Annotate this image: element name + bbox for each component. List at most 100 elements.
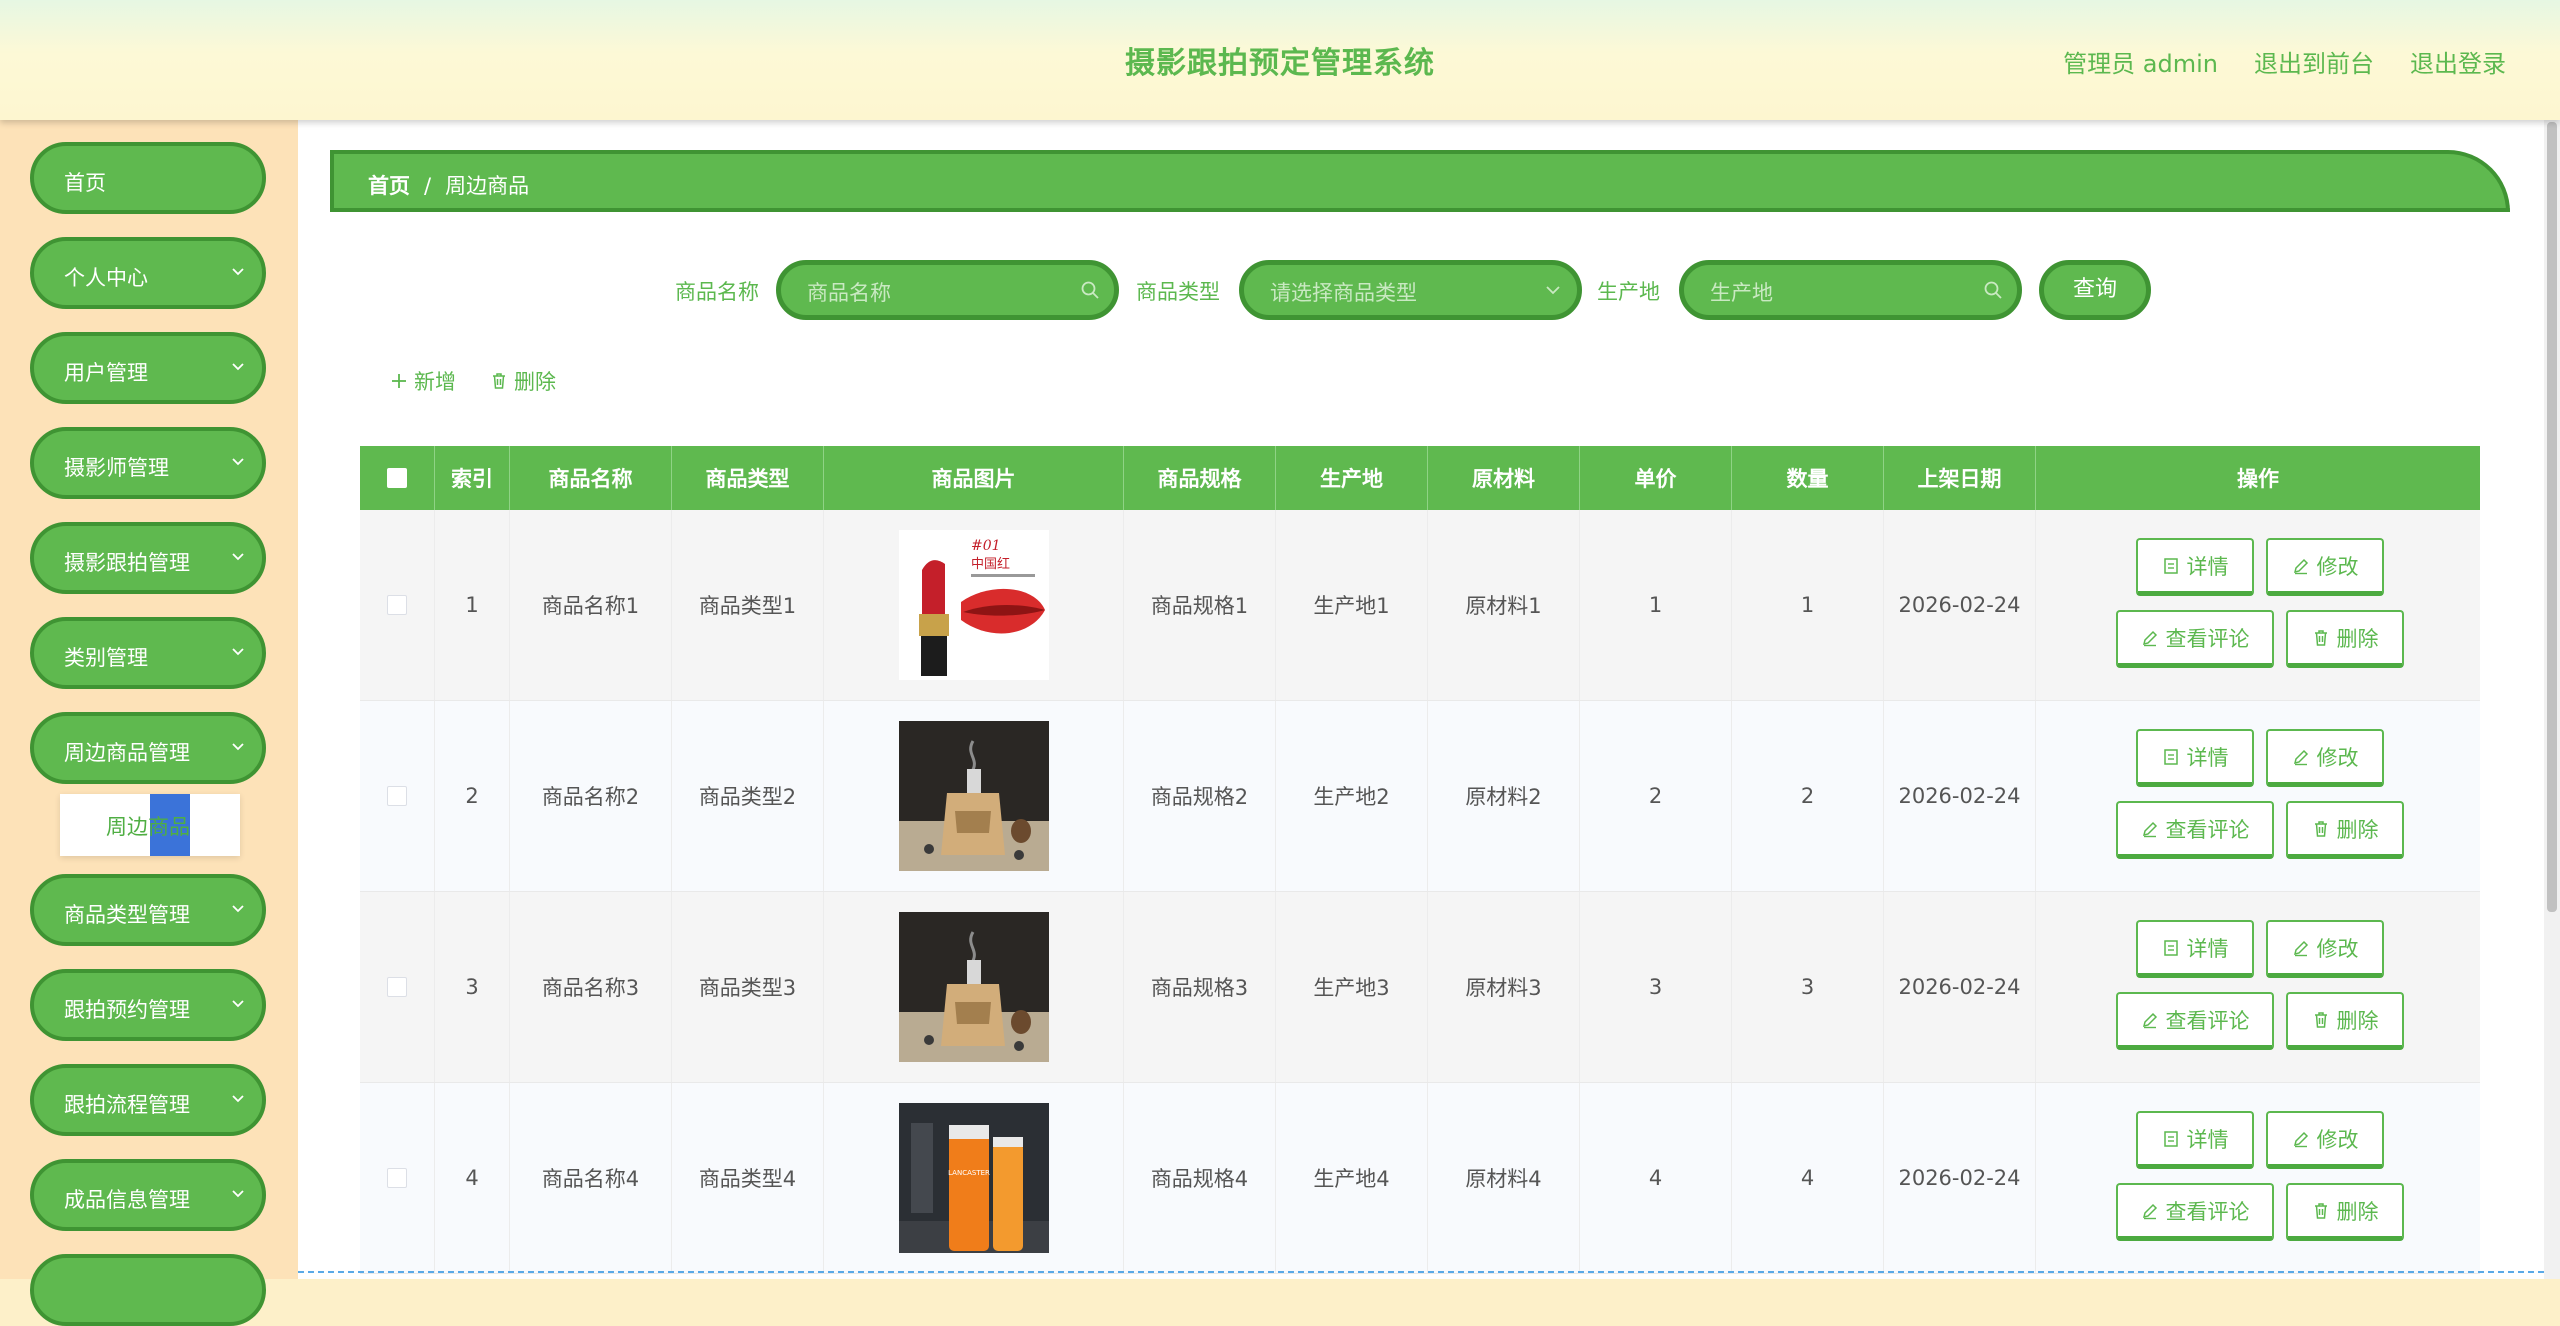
chevron-down-icon: [232, 1190, 244, 1198]
date-cell: 2026-02-24: [1884, 892, 2036, 1082]
view-comments-button[interactable]: 查看评论: [2116, 801, 2274, 859]
edit-icon: [2142, 821, 2157, 837]
delete-row-button[interactable]: 删除: [2286, 610, 2404, 668]
add-label: 新增: [414, 370, 456, 394]
edit-button[interactable]: 修改: [2266, 729, 2384, 787]
col-header: 单价: [1580, 446, 1732, 510]
document-icon: [2163, 748, 2178, 765]
sidebar-item-personal-center[interactable]: 个人中心: [30, 237, 266, 309]
sidebar-item-label: 跟拍预约管理: [64, 998, 190, 1022]
search-icon: [1984, 281, 2002, 299]
exit-to-front-link[interactable]: 退出到前台: [2254, 44, 2374, 79]
detail-button[interactable]: 详情: [2136, 538, 2254, 596]
sidebar-item-user-management[interactable]: 用户管理: [30, 332, 266, 404]
origin-input[interactable]: 生产地: [1679, 260, 2022, 320]
sidebar-item-label: 个人中心: [64, 266, 148, 290]
row-checkbox[interactable]: [387, 595, 407, 615]
spec-cell: 商品规格3: [1124, 892, 1276, 1082]
sidebar-item-booking-management[interactable]: 跟拍预约管理: [30, 969, 266, 1041]
type-cell: 商品类型1: [672, 510, 824, 700]
lipstick-product-image: #01 中国红: [898, 530, 1049, 680]
table-row: 1 商品名称1 商品类型1 #01 中国红 商品规格1 生产地1 原材料1 1 …: [360, 510, 2480, 701]
edit-label: 修改: [2316, 1127, 2359, 1152]
name-cell: 商品名称1: [510, 510, 672, 700]
sidebar-item-more[interactable]: [30, 1254, 266, 1326]
batch-delete-button[interactable]: 删除: [490, 366, 556, 396]
chevron-down-icon: [232, 1095, 244, 1103]
sidebar-item-home[interactable]: 首页: [30, 142, 266, 214]
plus-icon: [392, 374, 406, 388]
spec-cell: 商品规格4: [1124, 1083, 1276, 1273]
edit-icon: [2142, 630, 2157, 646]
edit-button[interactable]: 修改: [2266, 920, 2384, 978]
goods-name-input[interactable]: 商品名称: [776, 260, 1119, 320]
origin-cell: 生产地1: [1276, 510, 1428, 700]
edit-label: 修改: [2316, 936, 2359, 961]
goods-name-placeholder: 商品名称: [807, 281, 891, 305]
view-comments-button[interactable]: 查看评论: [2116, 1183, 2274, 1241]
submenu-item-goods[interactable]: 周边商品: [106, 811, 190, 841]
search-form: 商品名称 商品名称 商品类型 请选择商品类型 生产地 生产地 查询: [298, 260, 2544, 320]
edit-icon: [2142, 1012, 2157, 1028]
sidebar-item-category-management[interactable]: 类别管理: [30, 617, 266, 689]
row-checkbox[interactable]: [387, 786, 407, 806]
delete-row-button[interactable]: 删除: [2286, 992, 2404, 1050]
type-cell: 商品类型2: [672, 701, 824, 891]
detail-button[interactable]: 详情: [2136, 1111, 2254, 1169]
chevron-down-icon: [232, 458, 244, 466]
row-select-cell: [360, 701, 435, 891]
admin-user-link[interactable]: 管理员 admin: [2063, 44, 2218, 79]
row-checkbox[interactable]: [387, 977, 407, 997]
view-comments-label: 查看评论: [2165, 817, 2250, 842]
breadcrumb: 首页 / 周边商品: [368, 170, 529, 200]
origin-label: 生产地: [1597, 280, 1660, 304]
material-cell: 原材料2: [1428, 701, 1580, 891]
index-cell: 2: [435, 701, 510, 891]
main-content: 首页 / 周边商品 商品名称 商品名称 商品类型 请选择商品类型 生产地 生产地 查…: [298, 120, 2544, 1279]
view-comments-button[interactable]: 查看评论: [2116, 992, 2274, 1050]
index-cell: 4: [435, 1083, 510, 1273]
row-checkbox[interactable]: [387, 1168, 407, 1188]
delete-row-button[interactable]: 删除: [2286, 1183, 2404, 1241]
delete-row-button[interactable]: 删除: [2286, 801, 2404, 859]
index-cell: 1: [435, 510, 510, 700]
detail-button[interactable]: 详情: [2136, 729, 2254, 787]
sidebar: 首页 个人中心 用户管理 摄影师管理 摄影跟拍管理 类别管理 周边商品管理 周边…: [0, 120, 298, 1326]
select-all-checkbox[interactable]: [387, 468, 407, 488]
qty-cell: 3: [1732, 892, 1884, 1082]
edit-label: 修改: [2316, 554, 2359, 579]
edit-label: 修改: [2316, 745, 2359, 770]
edit-button[interactable]: 修改: [2266, 538, 2384, 596]
sidebar-item-label: 首页: [64, 171, 106, 195]
table-header: 索引 商品名称 商品类型 商品图片 商品规格 生产地 原材料 单价 数量 上架日…: [360, 446, 2480, 510]
sidebar-item-process-management[interactable]: 跟拍流程管理: [30, 1064, 266, 1136]
goods-type-placeholder: 请选择商品类型: [1270, 281, 1417, 305]
col-header: 商品类型: [672, 446, 824, 510]
detail-button[interactable]: 详情: [2136, 920, 2254, 978]
date-cell: 2026-02-24: [1884, 510, 2036, 700]
view-comments-button[interactable]: 查看评论: [2116, 610, 2274, 668]
col-header: 商品图片: [824, 446, 1124, 510]
logout-link[interactable]: 退出登录: [2410, 44, 2506, 79]
query-button[interactable]: 查询: [2039, 260, 2151, 320]
sidebar-item-photographer-management[interactable]: 摄影师管理: [30, 427, 266, 499]
scrollbar-thumb[interactable]: [2547, 122, 2557, 912]
sidebar-item-goods-management[interactable]: 周边商品管理: [30, 712, 266, 784]
sidebar-item-product-info-management[interactable]: 成品信息管理: [30, 1159, 266, 1231]
sidebar-item-photo-follow-management[interactable]: 摄影跟拍管理: [30, 522, 266, 594]
trash-icon: [2314, 820, 2327, 837]
breadcrumb-home[interactable]: 首页: [368, 174, 410, 198]
material-cell: 原材料4: [1428, 1083, 1580, 1273]
spec-cell: 商品规格2: [1124, 701, 1276, 891]
sunscreen-brand-text: LANCASTER: [948, 1169, 990, 1177]
price-cell: 1: [1580, 510, 1732, 700]
detail-label: 详情: [2186, 554, 2229, 579]
add-button[interactable]: 新增: [390, 366, 456, 396]
trash-icon: [2314, 1011, 2327, 1028]
sidebar-item-goods-type-management[interactable]: 商品类型管理: [30, 874, 266, 946]
viewport-edge-line: [298, 1271, 2544, 1273]
delete-row-label: 删除: [2336, 817, 2379, 842]
goods-type-select[interactable]: 请选择商品类型: [1239, 260, 1582, 320]
edit-button[interactable]: 修改: [2266, 1111, 2384, 1169]
sidebar-item-label: 商品类型管理: [64, 903, 190, 927]
